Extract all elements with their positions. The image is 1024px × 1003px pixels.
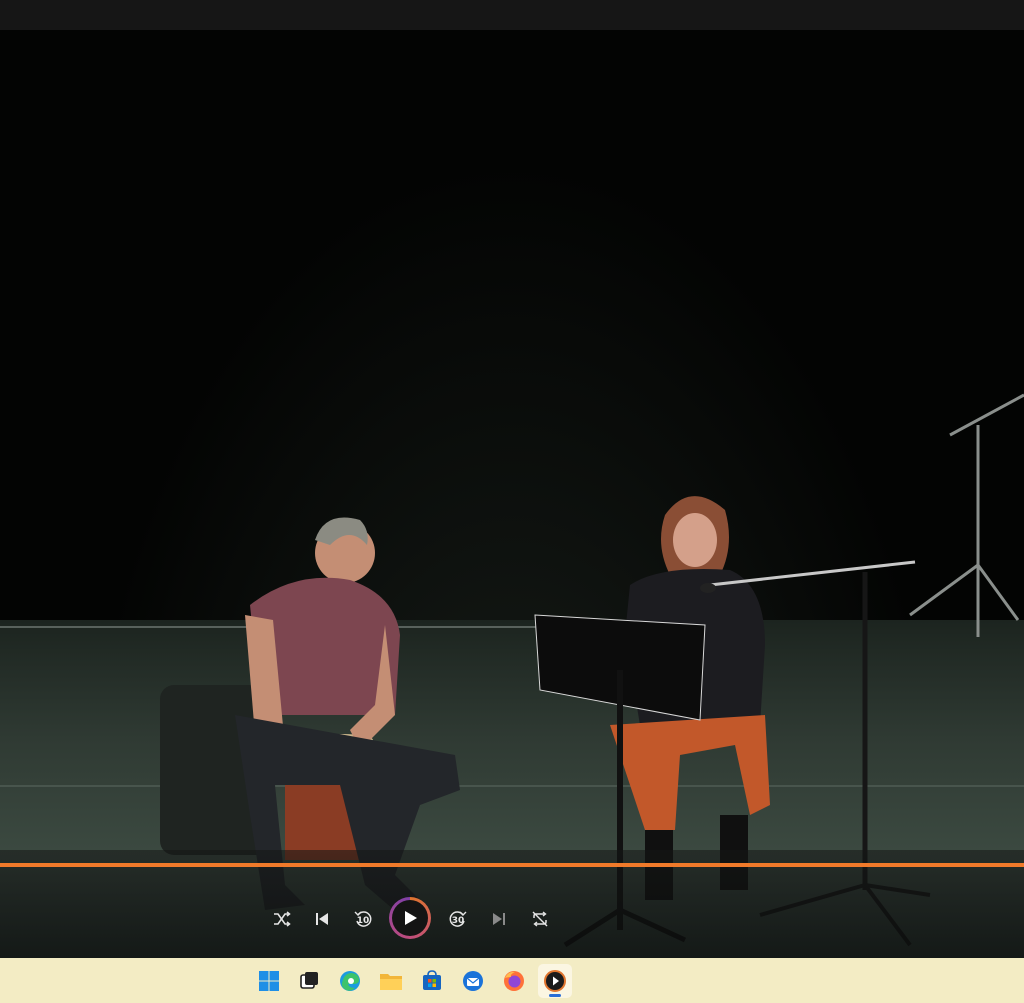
skip-forward-seconds: 30 [451,916,465,926]
edge-button[interactable] [333,964,367,998]
play-button[interactable] [389,897,431,939]
taskbar [0,958,1024,1003]
previous-button[interactable] [308,905,336,933]
thunderbird-icon [463,971,483,991]
seek-bar-progress [0,863,1024,867]
shuffle-icon [274,911,291,927]
thunderbird-button[interactable] [456,964,490,998]
active-app-indicator [549,994,561,997]
play-button-inner [392,900,428,936]
firefox-button[interactable] [497,964,531,998]
repeat-button[interactable] [526,905,554,933]
media-player-button[interactable] [538,964,572,998]
task-view-icon [300,972,318,989]
shuffle-button[interactable] [268,905,296,933]
microsoft-store-icon [423,970,441,990]
windows-start-icon [259,971,279,991]
microsoft-store-button[interactable] [415,964,449,998]
video-frame[interactable] [0,30,1024,958]
file-explorer-button[interactable] [374,964,408,998]
next-icon [493,913,505,925]
seek-bar[interactable] [0,863,1024,867]
play-icon [405,911,417,925]
media-player-icon [544,970,566,992]
firefox-icon [504,971,524,991]
next-button[interactable] [485,905,513,933]
skip-back-button[interactable]: 10 [349,905,377,933]
skip-back-seconds: 10 [356,916,370,926]
file-explorer-icon [380,974,402,990]
skip-forward-button[interactable]: 30 [444,905,472,933]
previous-icon [316,913,328,925]
edge-icon [340,971,360,991]
start-button[interactable] [252,964,286,998]
task-view-button[interactable] [292,964,326,998]
window-title-bar [0,0,1024,30]
repeat-icon [532,911,548,927]
